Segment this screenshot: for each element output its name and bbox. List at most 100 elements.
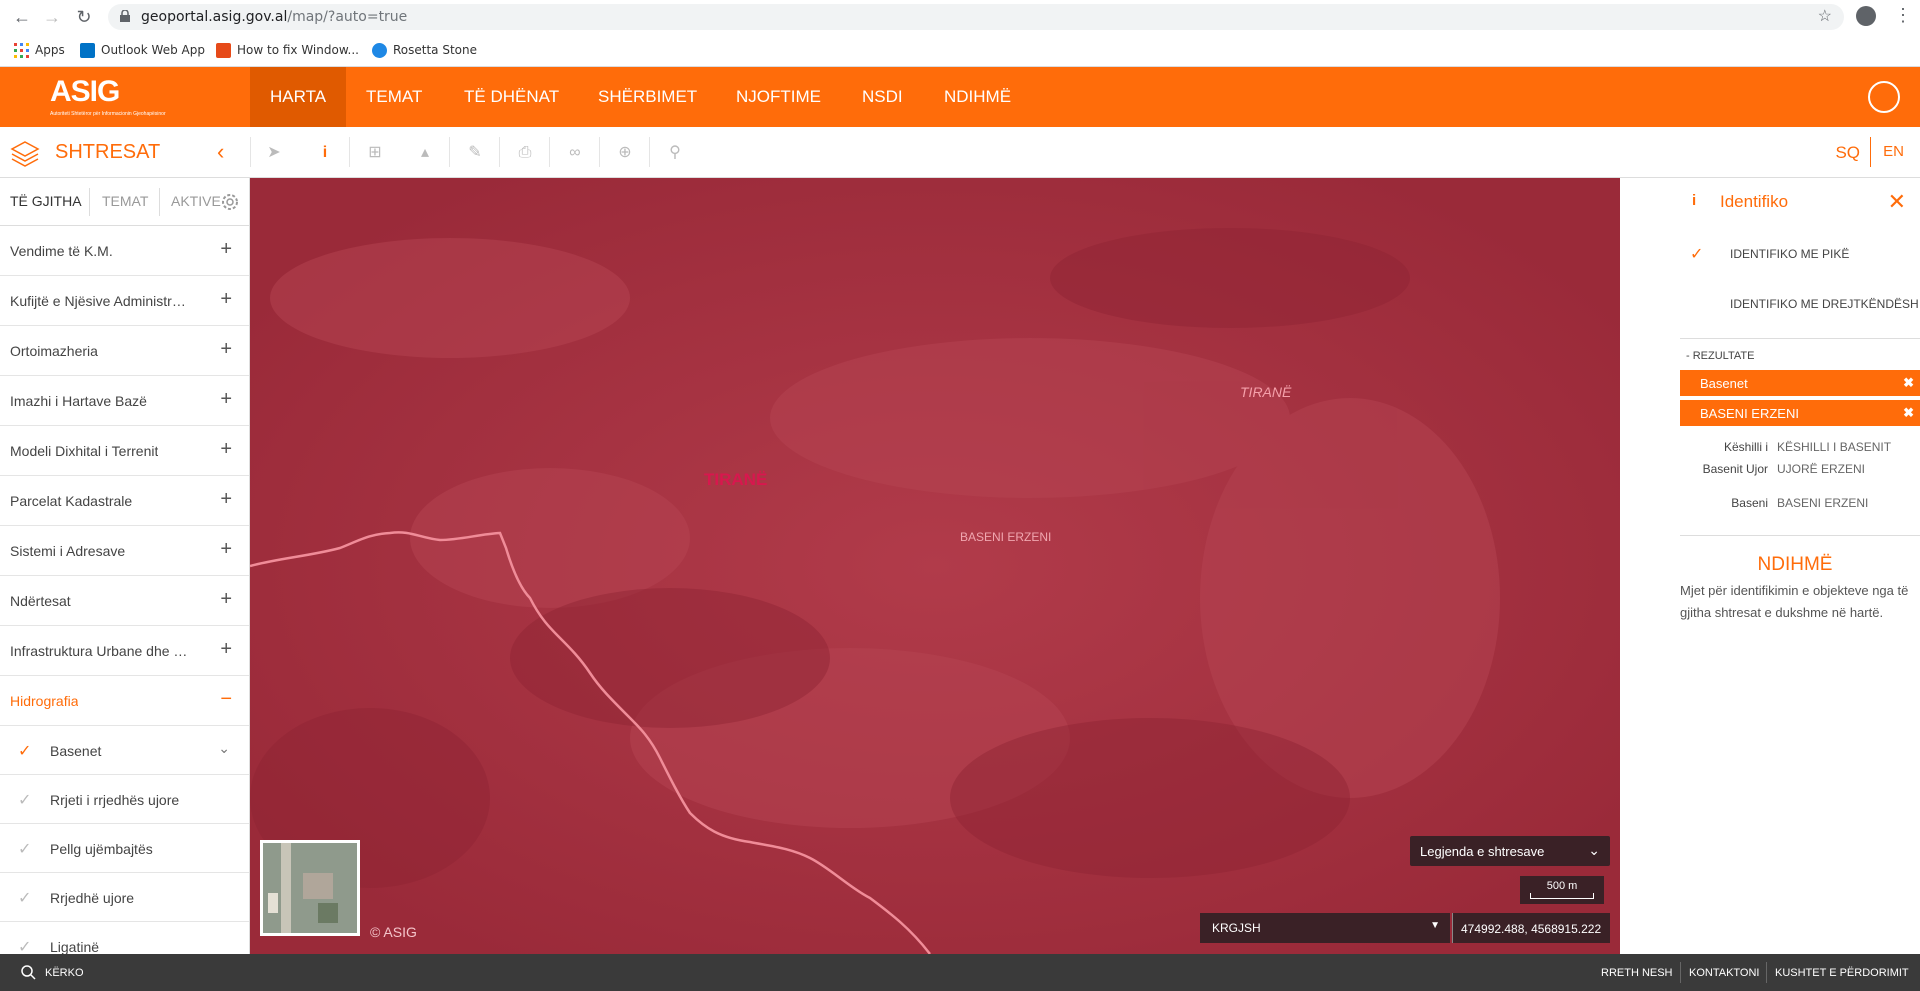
search-icon[interactable]: ⚲ — [662, 140, 688, 166]
map-canvas[interactable]: TIRANË TIRANË BASENI ERZENI © ASIG Legje… — [250, 178, 1620, 954]
remove-result-icon[interactable]: ✖ — [1903, 405, 1914, 421]
expand-plus-icon[interactable]: + — [220, 638, 232, 661]
add-circle-icon[interactable]: ⊕ — [612, 140, 638, 166]
tab-temat[interactable]: TEMAT — [102, 193, 148, 209]
profile-icon[interactable] — [1856, 6, 1876, 26]
identify-point-option[interactable]: ✓ IDENTIFIKO ME PIKË — [1670, 234, 1920, 274]
apps-grid-icon — [14, 42, 29, 58]
layer-group-hidrografia[interactable]: Hidrografia − — [0, 676, 249, 726]
legend-toggle-button[interactable]: Legjenda e shtresave ⌄ — [1410, 836, 1610, 866]
edit-icon[interactable]: ✎ — [462, 140, 488, 166]
nav-sherbimet[interactable]: SHËRBIMET — [578, 67, 717, 127]
print-icon[interactable]: ⎙ — [512, 140, 538, 166]
option-label: IDENTIFIKO ME DREJTKËNDËSH — [1730, 297, 1919, 311]
sublayer-rrjeti[interactable]: ✓ Rrjeti i rrjedhës ujore — [0, 775, 249, 824]
forward-icon[interactable]: → — [40, 5, 64, 29]
remove-result-icon[interactable]: ✖ — [1903, 375, 1914, 391]
footer-link-kontaktoni[interactable]: KONTAKTONI — [1689, 967, 1760, 979]
footer-search-label[interactable]: KËRKO — [45, 967, 84, 979]
lang-en-button[interactable]: EN — [1883, 143, 1904, 160]
identify-info-icon[interactable]: i — [312, 140, 338, 166]
attribute-key: Këshilli i Basenit Ujor — [1702, 440, 1768, 476]
result-item-basenet[interactable]: Basenet ✖ — [1680, 370, 1920, 396]
layers-icon[interactable] — [10, 139, 40, 167]
expand-plus-icon[interactable]: + — [220, 388, 232, 411]
checkmark-icon[interactable]: ✓ — [18, 888, 31, 908]
tab-te-gjitha[interactable]: TË GJITHA — [10, 193, 82, 209]
layer-group-ndertesat[interactable]: Ndërtesat + — [0, 576, 249, 626]
collapse-minus-icon[interactable]: − — [220, 688, 232, 711]
nav-te-dhenat[interactable]: TË DHËNAT — [444, 67, 579, 127]
app-header: ASIG Autoriteti Shtetëror për Informacio… — [0, 67, 1920, 127]
chevron-down-icon: ⌄ — [1588, 842, 1600, 858]
layer-group-modeli[interactable]: Modeli Dixhital i Terrenit + — [0, 426, 249, 476]
result-item-baseni-erzeni[interactable]: BASENI ERZENI ✖ — [1680, 400, 1920, 426]
logo-text: ASIG — [50, 75, 120, 108]
search-icon[interactable] — [20, 964, 36, 980]
identify-rectangle-option[interactable]: IDENTIFIKO ME DREJTKËNDËSH — [1670, 284, 1920, 324]
nav-ndihme[interactable]: NDIHMË — [924, 67, 1031, 127]
checkmark-icon[interactable]: ✓ — [18, 790, 31, 810]
map-copyright: © ASIG — [370, 924, 417, 940]
footer-link-rreth-nesh[interactable]: RRETH NESH — [1601, 967, 1673, 979]
asig-logo[interactable]: ASIG Autoriteti Shtetëror për Informacio… — [50, 75, 166, 119]
divider — [1870, 137, 1871, 167]
close-icon[interactable]: ✕ — [1888, 189, 1906, 215]
bookmark-rosetta[interactable]: Rosetta Stone — [372, 41, 477, 59]
checkmark-icon[interactable]: ✓ — [18, 937, 31, 954]
expand-plus-icon[interactable]: + — [220, 488, 232, 511]
link-icon[interactable]: ∞ — [562, 140, 588, 166]
tab-aktive[interactable]: AKTIVE — [171, 193, 221, 209]
nav-harta[interactable]: HARTA — [250, 67, 347, 127]
basemap-overview-thumbnail[interactable] — [260, 840, 360, 936]
layer-group-sistemi[interactable]: Sistemi i Adresave + — [0, 526, 249, 576]
profile-chart-icon[interactable]: ▴ — [412, 140, 438, 166]
expand-plus-icon[interactable]: + — [220, 438, 232, 461]
crs-value: KRGJSH — [1212, 921, 1261, 935]
bookmark-fix-windows[interactable]: How to fix Window... — [216, 41, 359, 59]
bookmark-label: Apps — [35, 43, 65, 57]
layer-group-ortoimazheria[interactable]: Ortoimazheria + — [0, 326, 249, 376]
expand-plus-icon[interactable]: + — [220, 338, 232, 361]
lang-sq-button[interactable]: SQ — [1835, 143, 1860, 163]
checkmark-icon[interactable]: ✓ — [18, 741, 31, 761]
menu-icon[interactable]: ⋮ — [1894, 5, 1912, 26]
chevron-down-icon[interactable]: ⌄ — [218, 740, 230, 757]
sublayer-ligatine[interactable]: ✓ Ligatinë — [0, 922, 249, 954]
reload-icon[interactable]: ↻ — [72, 5, 96, 29]
gear-icon[interactable] — [219, 191, 241, 213]
star-icon[interactable]: ☆ — [1818, 6, 1832, 26]
address-bar[interactable]: geoportal.asig.gov.al/map/?auto=true ☆ — [108, 4, 1844, 30]
collapse-sidebar-icon[interactable]: ‹ — [217, 139, 224, 165]
layer-group-vendime[interactable]: Vendime të K.M. + — [0, 226, 249, 276]
user-account-icon[interactable] — [1868, 81, 1900, 113]
checkmark-icon[interactable]: ✓ — [18, 839, 31, 859]
expand-plus-icon[interactable]: + — [220, 538, 232, 561]
results-header[interactable]: - REZULTATE — [1686, 350, 1754, 362]
layer-group-infrastruktura[interactable]: Infrastruktura Urbane dhe Sociale + — [0, 626, 249, 676]
divider — [250, 137, 251, 167]
layers-title: SHTRESAT — [55, 141, 161, 163]
sublayer-rrjedhe[interactable]: ✓ Rrjedhë ujore — [0, 873, 249, 922]
nav-njoftime[interactable]: NJOFTIME — [716, 67, 841, 127]
footer-link-kushtet[interactable]: KUSHTET E PËRDORIMIT — [1775, 967, 1909, 979]
sublayer-pellg[interactable]: ✓ Pellg ujëmbajtës — [0, 824, 249, 873]
nav-nsdi[interactable]: NSDI — [842, 67, 923, 127]
sublayer-basenet[interactable]: ✓ Basenet ⌄ — [0, 726, 249, 775]
layer-group-imazhi[interactable]: Imazhi i Hartave Bazë + — [0, 376, 249, 426]
nav-temat[interactable]: TEMAT — [346, 67, 442, 127]
select-pointer-icon[interactable]: ➤ — [261, 140, 287, 166]
browser-toolbar: ← → ↻ geoportal.asig.gov.al/map/?auto=tr… — [0, 0, 1920, 34]
layer-group-parcelat[interactable]: Parcelat Kadastrale + — [0, 476, 249, 526]
expand-plus-icon[interactable]: + — [220, 238, 232, 261]
expand-plus-icon[interactable]: + — [220, 588, 232, 611]
divider — [349, 137, 350, 167]
add-layer-icon[interactable]: ⊞ — [362, 140, 388, 166]
bookmark-apps[interactable]: Apps — [14, 41, 65, 59]
expand-plus-icon[interactable]: + — [220, 288, 232, 311]
layer-group-kufijte[interactable]: Kufijtë e Njësive Administrative + — [0, 276, 249, 326]
bookmark-label: How to fix Window... — [237, 43, 359, 57]
crs-select[interactable]: KRGJSH ▼ — [1200, 913, 1450, 943]
bookmark-outlook[interactable]: Outlook Web App — [80, 41, 205, 59]
back-icon[interactable]: ← — [10, 5, 34, 29]
